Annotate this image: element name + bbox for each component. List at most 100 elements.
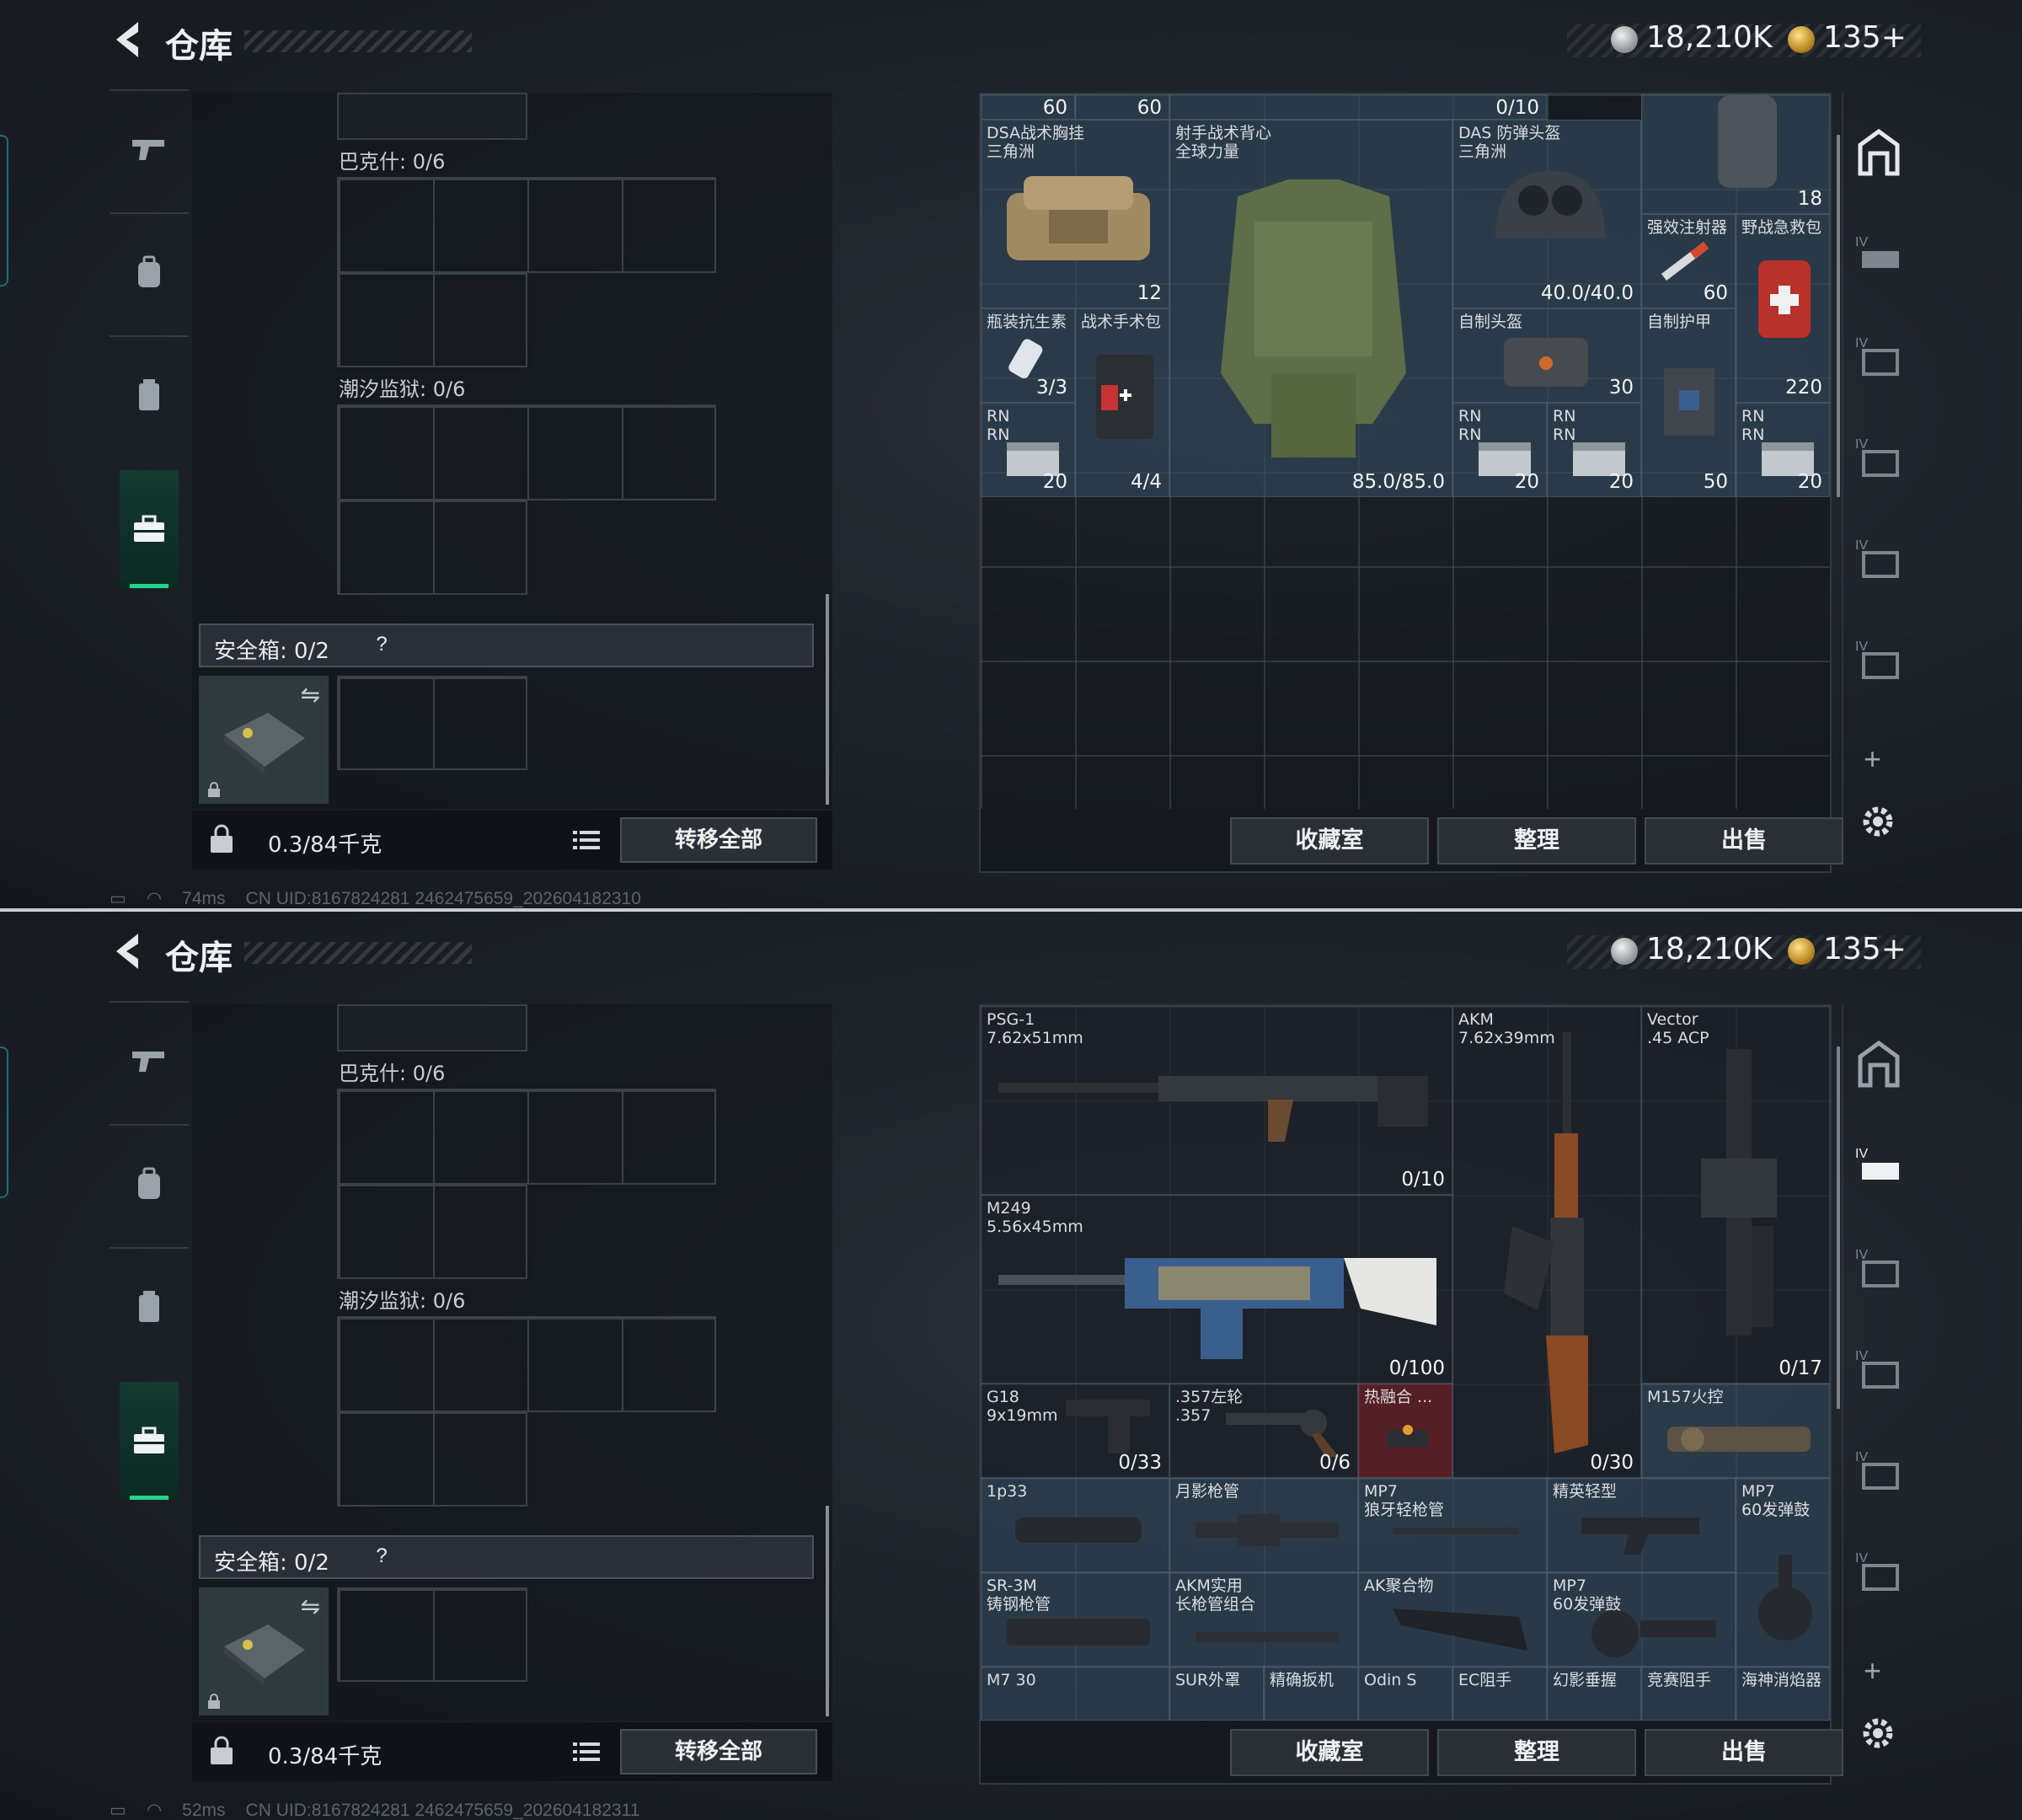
swap-icon[interactable]: ⇋ [301, 681, 320, 709]
grid-tide-bottom[interactable] [337, 499, 527, 595]
warehouse-icon[interactable] [1854, 1038, 1904, 1089]
list-icon[interactable] [571, 1739, 602, 1764]
safe-box-slot[interactable] [337, 676, 527, 770]
sort-button[interactable]: 整理 [1437, 817, 1636, 864]
scrollbar[interactable] [1837, 1046, 1840, 1409]
warehouse-icon[interactable] [1854, 126, 1904, 177]
back-arrow-icon[interactable] [110, 19, 148, 61]
item-ammo-box[interactable]: RN RN 20 [1452, 403, 1547, 497]
weapon-tab-icon[interactable]: IV [1854, 1139, 1904, 1190]
item-tactical-vest[interactable]: DSA战术胸挂 三角洲 12 [981, 120, 1169, 308]
transfer-all-button[interactable]: 转移全部 [620, 817, 817, 863]
item-barrel[interactable]: 月影枪管 [1169, 1478, 1358, 1572]
item-mp7-drum[interactable]: MP7 60发弹鼓 [1736, 1478, 1830, 1667]
item-partial[interactable]: 60 [981, 94, 1075, 120]
category-equipment[interactable] [110, 212, 189, 330]
misc-tab-icon[interactable]: IV [1854, 632, 1904, 682]
item-g18[interactable]: G18 9x19mm 0/33 [981, 1384, 1169, 1478]
category-supplies[interactable] [110, 335, 189, 453]
category-supplies[interactable] [110, 1247, 189, 1365]
grid-bakhsh-bottom[interactable] [337, 271, 527, 367]
item-psg1[interactable]: PSG-1 7.62x51mm 0/10 [981, 1006, 1452, 1195]
sell-button[interactable]: 出售 [1645, 1729, 1843, 1776]
item-ammo-box[interactable]: RN RN 20 [1547, 403, 1641, 497]
item-akm[interactable]: AKM 7.62x39mm 0/30 [1452, 1006, 1641, 1478]
item-akm-barrel-kit[interactable]: AKM实用 长枪管组合 [1169, 1572, 1358, 1667]
item-ammo-box[interactable]: RN RN 20 [981, 403, 1075, 497]
item-partial[interactable]: SUR外罩 [1169, 1667, 1264, 1721]
item-revolver[interactable]: .357左轮 .357 0/6 [1169, 1384, 1358, 1478]
container-slot[interactable] [337, 93, 527, 140]
add-tab-icon[interactable]: + [1864, 1653, 1881, 1689]
category-toolbox[interactable] [120, 470, 179, 588]
settings-gear-icon[interactable] [1859, 802, 1897, 841]
grid-bakhsh-top[interactable] [337, 1089, 716, 1185]
scrollbar[interactable] [1837, 135, 1840, 497]
item-partial[interactable]: 精确扳机 [1264, 1667, 1358, 1721]
item-1p33-scope[interactable]: 1p33 [981, 1478, 1169, 1572]
misc-tab-icon[interactable]: IV [1854, 1544, 1904, 1594]
item-elite-stock[interactable]: 精英轻型 [1547, 1478, 1736, 1572]
weapon-tab-icon[interactable]: IV [1854, 228, 1904, 278]
category-toolbox[interactable] [120, 1382, 179, 1500]
storage-tab-icon[interactable]: IV [1854, 1240, 1904, 1291]
item-partial[interactable]: 海神消焰器 [1736, 1667, 1830, 1721]
left-edge-tab[interactable] [0, 1046, 8, 1198]
settings-gear-icon[interactable] [1859, 1714, 1897, 1753]
help-icon[interactable]: ? [367, 630, 396, 659]
item-mp7-barrel[interactable]: MP7 狼牙轻枪管 [1358, 1478, 1547, 1572]
item-partial[interactable]: 60 [1075, 94, 1169, 120]
item-diy-armor[interactable]: 自制护甲 50 [1641, 308, 1736, 497]
left-edge-tab[interactable] [0, 135, 8, 286]
safe-box-slot[interactable] [337, 1587, 527, 1682]
medical-tab-icon[interactable]: IV [1854, 531, 1904, 581]
item-partial[interactable]: 竞赛阻手 [1641, 1667, 1736, 1721]
sell-button[interactable]: 出售 [1645, 817, 1843, 864]
item-body-armor[interactable]: 射手战术背心 全球力量 85.0/85.0 [1169, 120, 1452, 497]
item-injector[interactable]: 强效注射器 60 [1641, 214, 1736, 308]
scrollbar[interactable] [826, 594, 829, 805]
medical-tab-icon[interactable]: IV [1854, 1443, 1904, 1493]
scrollbar[interactable] [826, 1506, 829, 1716]
safe-case-item[interactable]: ⇋ [199, 676, 329, 804]
collection-button[interactable]: 收藏室 [1230, 817, 1429, 864]
item-diy-helmet[interactable]: 自制头盔 30 [1452, 308, 1641, 403]
category-weapons[interactable] [110, 1001, 189, 1119]
help-icon[interactable]: ? [367, 1542, 396, 1571]
item-backpack[interactable]: 18 [1641, 94, 1830, 214]
gold-currency[interactable]: 135+ [1823, 932, 1907, 966]
grid-bakhsh-top[interactable] [337, 177, 716, 273]
gear-tab-icon[interactable]: IV [1854, 430, 1904, 480]
item-m249[interactable]: M249 5.56x45mm 0/100 [981, 1195, 1452, 1384]
back-arrow-icon[interactable] [110, 930, 148, 972]
category-equipment[interactable] [110, 1124, 189, 1242]
list-icon[interactable] [571, 827, 602, 853]
gear-tab-icon[interactable]: IV [1854, 1341, 1904, 1392]
item-first-aid[interactable]: 野战急救包 220 [1736, 214, 1830, 403]
item-mp7-mag[interactable]: MP7 60发弹鼓 [1547, 1572, 1736, 1667]
storage-tab-icon[interactable]: IV [1854, 329, 1904, 379]
item-partial[interactable]: 幻影垂握 [1547, 1667, 1641, 1721]
item-thermal-sight[interactable]: 热融合 ... [1358, 1384, 1452, 1478]
item-m157[interactable]: M157火控 [1641, 1384, 1830, 1478]
grid-tide-top[interactable] [337, 1316, 716, 1412]
add-tab-icon[interactable]: + [1864, 741, 1881, 777]
collection-button[interactable]: 收藏室 [1230, 1729, 1429, 1776]
safe-case-item[interactable]: ⇋ [199, 1587, 329, 1716]
category-weapons[interactable] [110, 89, 189, 207]
item-ak-polymer-stock[interactable]: AK聚合物 [1358, 1572, 1547, 1667]
grid-tide-top[interactable] [337, 404, 716, 500]
item-partial[interactable]: M7 30 [981, 1667, 1169, 1721]
item-surgery-kit[interactable]: 战术手术包 4/4 [1075, 308, 1169, 497]
item-helmet[interactable]: DAS 防弹头盔 三角洲 40.0/40.0 [1452, 120, 1641, 308]
item-antibiotic[interactable]: 瓶装抗生素 3/3 [981, 308, 1075, 403]
sort-button[interactable]: 整理 [1437, 1729, 1636, 1776]
swap-icon[interactable]: ⇋ [301, 1592, 320, 1620]
grid-bakhsh-bottom[interactable] [337, 1183, 527, 1279]
item-vector[interactable]: Vector .45 ACP 0/17 [1641, 1006, 1830, 1384]
item-partial[interactable]: 0/10 [1169, 94, 1547, 120]
container-slot[interactable] [337, 1004, 527, 1052]
transfer-all-button[interactable]: 转移全部 [620, 1729, 817, 1774]
item-partial[interactable]: EC阻手 [1452, 1667, 1547, 1721]
item-sr3m-barrel[interactable]: SR-3M 铸钢枪管 [981, 1572, 1169, 1667]
